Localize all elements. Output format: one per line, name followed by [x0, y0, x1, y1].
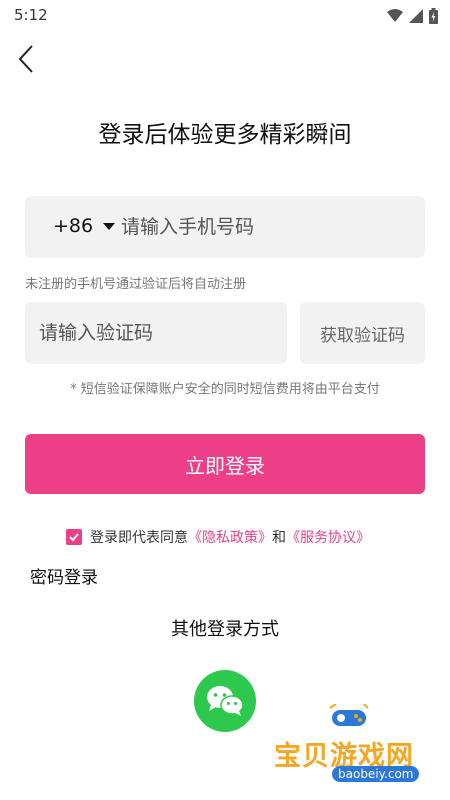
watermark-url: baobeiy.com [332, 766, 420, 782]
code-input[interactable] [39, 316, 275, 350]
agreement-prefix: 登录即代表同意 [90, 530, 188, 546]
sms-hint: * 短信验证保障账户安全的同时短信费用将由平台支付 [70, 382, 380, 397]
get-code-button[interactable]: 获取验证码 [300, 302, 425, 364]
agreement-checkbox[interactable] [66, 529, 82, 545]
service-agreement-link[interactable]: 《服务协议》 [286, 527, 370, 547]
battery-icon [429, 8, 438, 24]
gamepad-icon [329, 704, 369, 726]
phone-input[interactable] [121, 210, 411, 244]
code-field [25, 302, 287, 364]
back-arrow-icon [18, 45, 33, 73]
status-bar: 5:12 [0, 0, 450, 32]
signal-icon [409, 9, 423, 23]
other-login-title: 其他登录方式 [171, 619, 279, 640]
wechat-login-button[interactable] [194, 670, 256, 732]
wechat-icon [207, 686, 244, 716]
page-title: 登录后体验更多精彩瞬间 [98, 122, 352, 148]
country-code-label: +86 [53, 215, 94, 237]
dropdown-arrow-icon [103, 222, 116, 230]
agreement-and: 和 [272, 530, 286, 546]
status-icons [387, 8, 438, 24]
login-button[interactable]: 立即登录 [25, 434, 425, 494]
privacy-policy-link[interactable]: 《隐私政策》 [188, 527, 272, 547]
country-code-selector[interactable]: +86 [53, 215, 116, 237]
unregistered-hint: 未注册的手机号通过验证后将自动注册 [25, 277, 247, 292]
wifi-icon [387, 9, 403, 22]
phone-field: +86 [25, 196, 425, 258]
password-login-link[interactable]: 密码登录 [30, 563, 98, 588]
back-button[interactable] [14, 42, 42, 76]
agreement-row: 登录即代表同意 《隐私政策》 和 《服务协议》 [66, 527, 370, 547]
status-time: 5:12 [14, 6, 48, 24]
watermark: 宝贝游戏网 baobeiy.com [270, 700, 440, 798]
check-icon [69, 533, 79, 542]
